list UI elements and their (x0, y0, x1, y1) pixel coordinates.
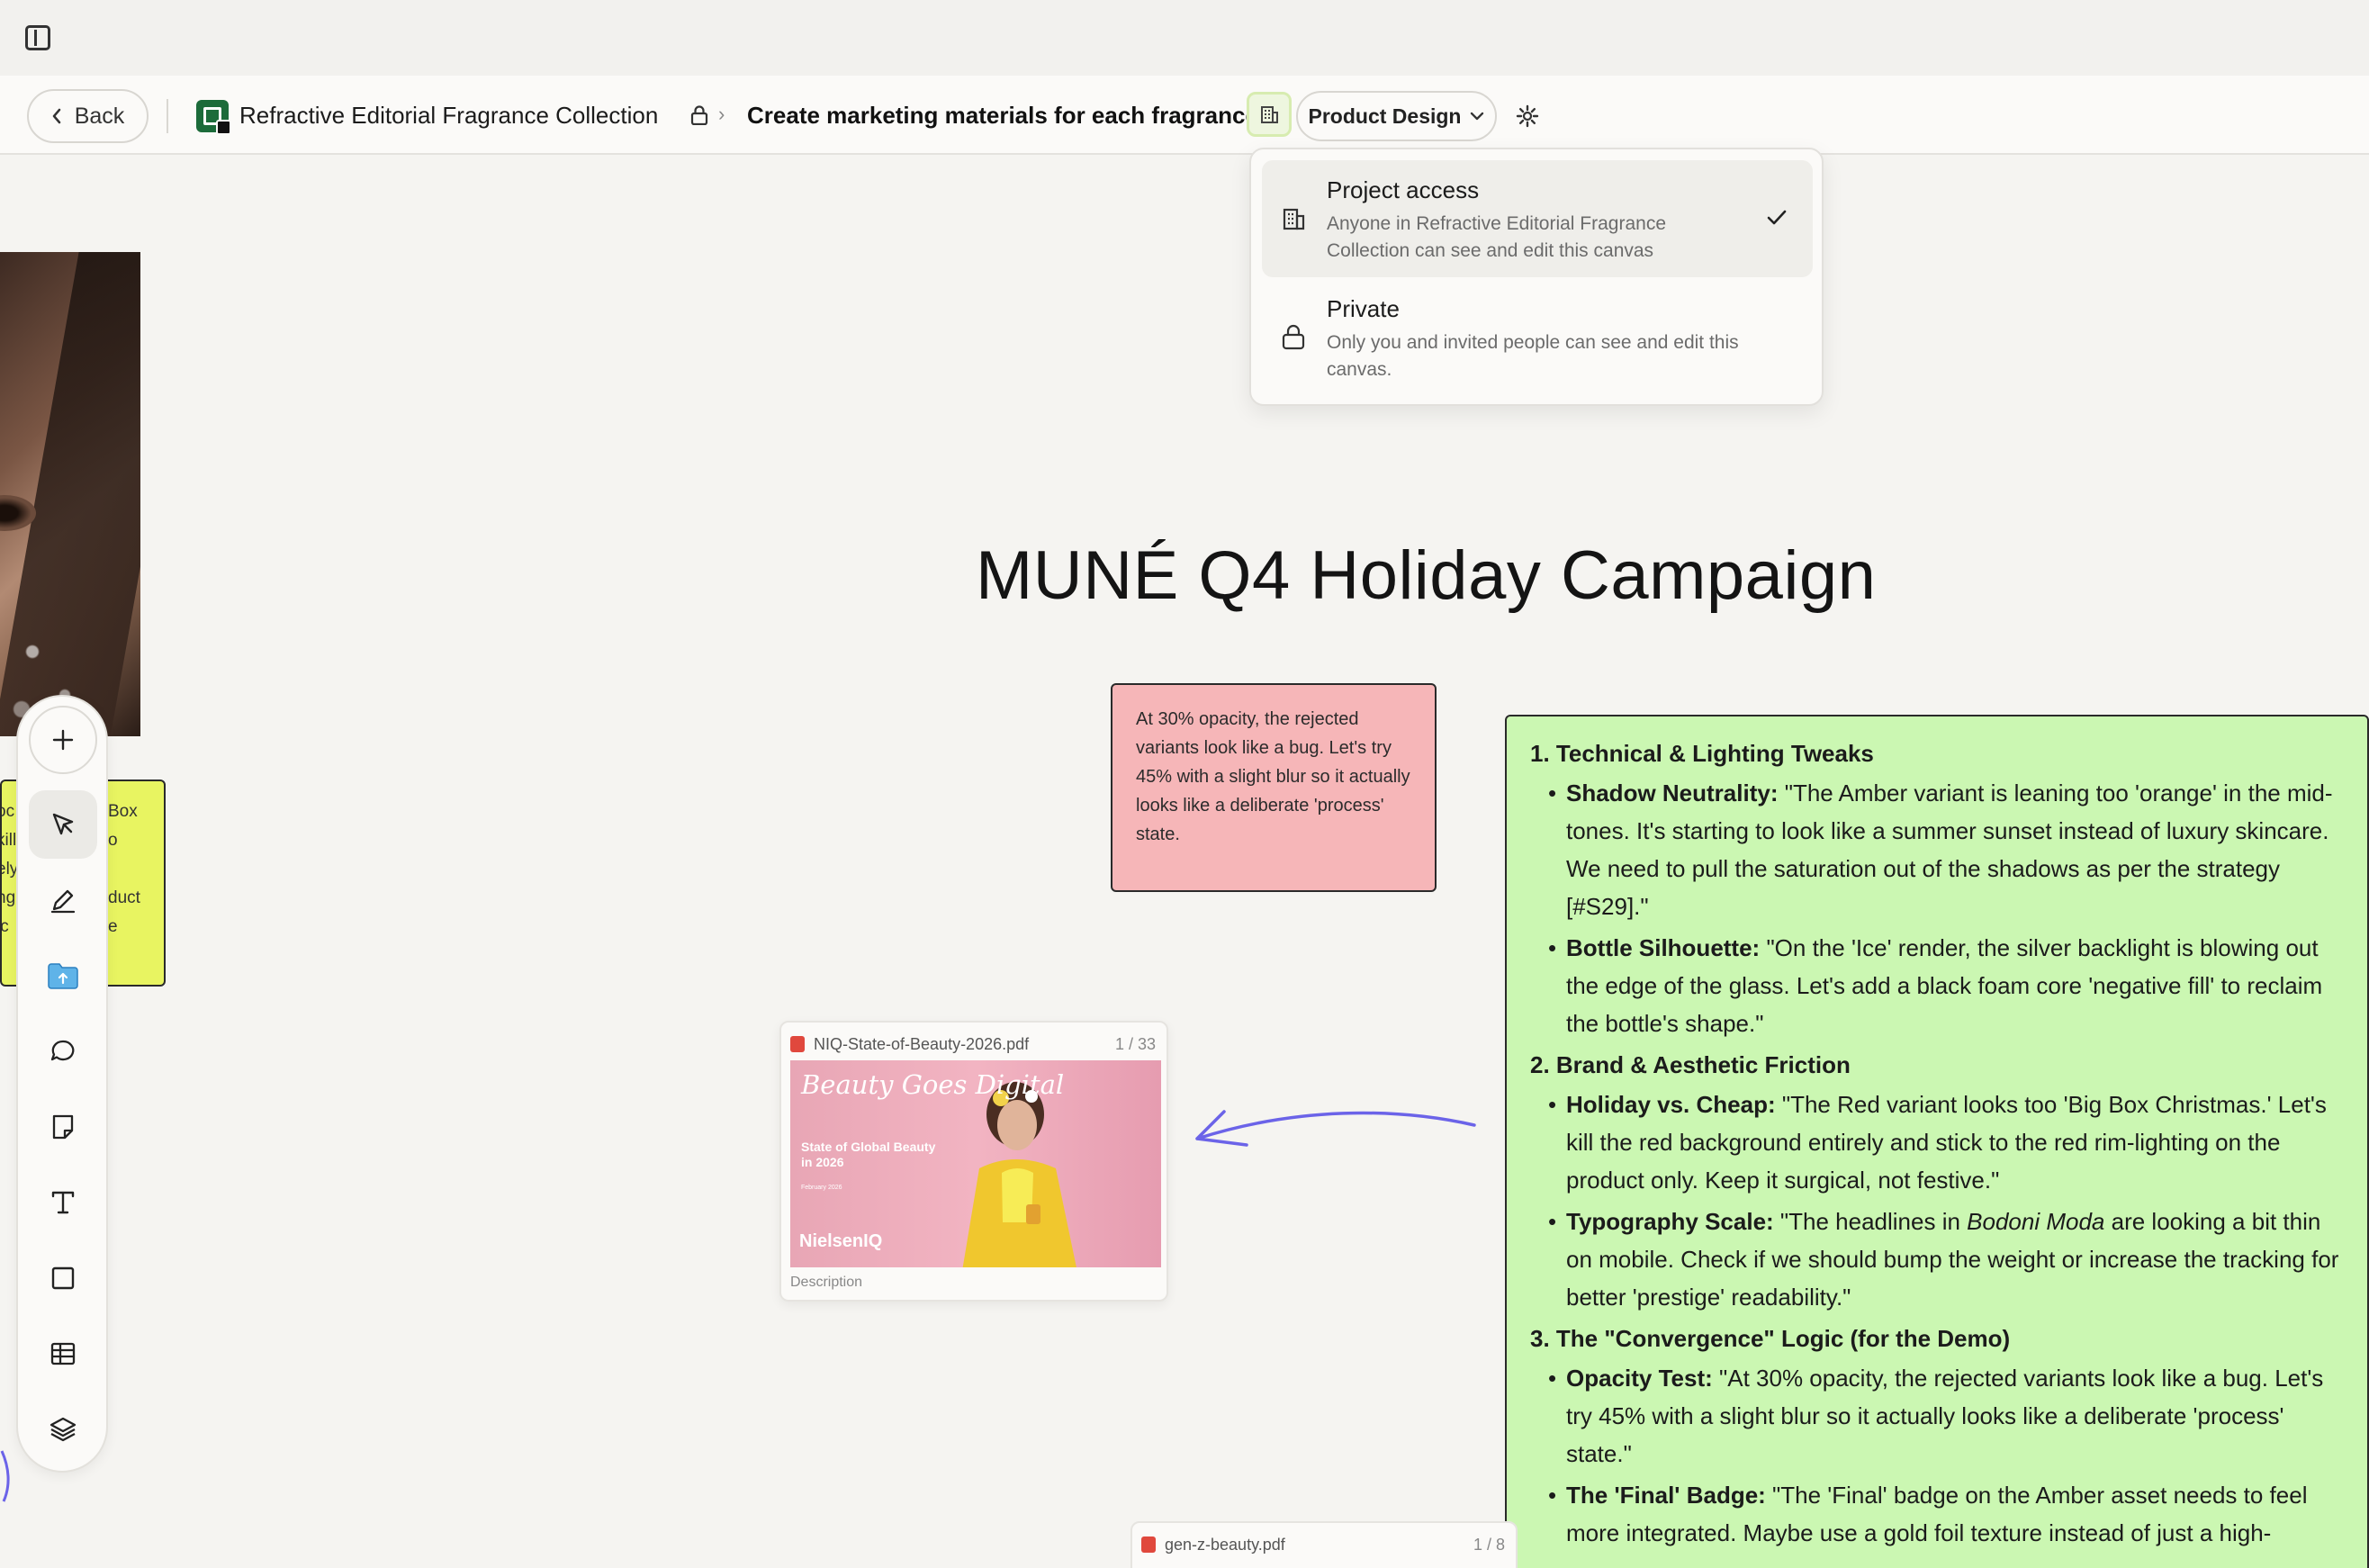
pdf-icon (1141, 1536, 1156, 1553)
pen-stroke[interactable] (0, 1449, 18, 1503)
pen-tool[interactable] (29, 866, 97, 934)
breadcrumb-chevron-icon: › (718, 103, 725, 125)
layers-tool[interactable] (29, 1395, 97, 1464)
project-icon (196, 100, 231, 135)
table-icon (50, 1342, 76, 1365)
comment-icon (50, 1040, 75, 1061)
pdf-filename: NIQ-State-of-Beauty-2026.pdf (814, 1034, 1030, 1053)
sidebar-toggle-icon[interactable] (25, 25, 50, 50)
building-icon (1261, 106, 1278, 123)
chevron-down-icon (1471, 112, 1484, 121)
section-heading: 1. Technical & Lighting Tweaks (1530, 740, 1874, 767)
add-icon (52, 729, 74, 751)
note-icon (52, 1114, 74, 1140)
pdf-header: gen-z-beauty.pdf 1 / 8 (1141, 1532, 1505, 1557)
access-option-private[interactable]: Private Only you and invited people can … (1262, 279, 1813, 392)
team-label: Product Design (1308, 104, 1462, 128)
back-button[interactable]: Back (27, 89, 149, 143)
cover-brand: NielsenIQ (799, 1231, 883, 1251)
pdf-page-count: 1 / 8 (1473, 1535, 1505, 1554)
note-tool[interactable] (29, 1093, 97, 1161)
pdf-description[interactable]: Description (790, 1275, 862, 1291)
canvas-name[interactable]: Create marketing materials for each frag… (747, 102, 1258, 130)
option-title: Private (1327, 295, 1400, 322)
feedback-notes-card[interactable]: 1. Technical & Lighting Tweaks Shadow Ne… (1505, 715, 2369, 1568)
back-label: Back (74, 103, 125, 129)
canvas-title[interactable]: MUNÉ Q4 Holiday Campaign (976, 536, 1876, 615)
list-item: Holiday vs. Cheap: "The Red variant look… (1530, 1086, 2344, 1199)
pdf-cover-image: Beauty Goes Digital State of Global Beau… (790, 1060, 1161, 1267)
gear-icon[interactable] (1516, 104, 1539, 128)
chevron-left-icon (52, 108, 60, 124)
pdf-icon (790, 1036, 805, 1052)
sticky-note-pink[interactable]: At 30% opacity, the rejected variants lo… (1111, 683, 1437, 892)
layers-icon (50, 1417, 77, 1442)
list-item: The 'Final' Badge: "The 'Final' badge on… (1530, 1476, 2344, 1552)
lock-icon (690, 105, 708, 125)
table-tool[interactable] (29, 1320, 97, 1388)
check-icon (1767, 210, 1787, 225)
project-name[interactable]: Refractive Editorial Fragrance Collectio… (239, 102, 658, 130)
lock-icon (1282, 324, 1305, 350)
list-item: Typography Scale: "The headlines in Bodo… (1530, 1203, 2344, 1316)
pdf-card[interactable]: NIQ-State-of-Beauty-2026.pdf 1 / 33 Beau… (779, 1021, 1168, 1302)
list-item: Shadow Neutrality: "The Amber variant is… (1530, 774, 2344, 925)
pdf-card[interactable]: gen-z-beauty.pdf 1 / 8 (1130, 1521, 1518, 1568)
access-button[interactable] (1247, 92, 1292, 137)
text-icon (51, 1191, 75, 1214)
select-arrow-icon (52, 813, 74, 835)
team-dropdown[interactable]: Product Design (1296, 91, 1497, 141)
pdf-header: NIQ-State-of-Beauty-2026.pdf 1 / 33 (790, 1032, 1156, 1057)
tool-palette (16, 695, 108, 1473)
divider (167, 99, 168, 133)
cover-subtitle: State of Global Beauty in 2026 (801, 1140, 936, 1169)
building-icon (1283, 208, 1305, 230)
pen-icon (50, 889, 76, 914)
select-tool[interactable] (29, 790, 97, 859)
option-description: Anyone in Refractive Editorial Fragrance… (1327, 213, 1667, 261)
option-title: Project access (1327, 176, 1480, 203)
section-heading: 3. The "Convergence" Logic (for the Demo… (1530, 1325, 2011, 1352)
list-item: Bottle Silhouette: "On the 'Ice' render,… (1530, 929, 2344, 1042)
option-description: Only you and invited people can see and … (1327, 332, 1739, 380)
model-photo[interactable] (0, 252, 140, 736)
add-button[interactable] (29, 706, 97, 774)
list-item: Opacity Test: "At 30% opacity, the rejec… (1530, 1359, 2344, 1473)
section-heading: 2. Brand & Aesthetic Friction (1530, 1051, 1851, 1078)
upload-tool[interactable] (29, 942, 97, 1010)
cover-date: February 2026 (801, 1185, 842, 1191)
pen-arrow[interactable] (1170, 1098, 1485, 1179)
pdf-page-count: 1 / 33 (1114, 1034, 1156, 1053)
comment-tool[interactable] (29, 1017, 97, 1086)
pdf-filename: gen-z-beauty.pdf (1165, 1535, 1285, 1554)
sticky-fragment-right: Box o duct e (108, 802, 140, 936)
access-option-project[interactable]: Project access Anyone in Refractive Edit… (1262, 160, 1813, 277)
upload-folder-icon (48, 963, 78, 989)
text-tool[interactable] (29, 1168, 97, 1237)
access-menu: Project access Anyone in Refractive Edit… (1249, 148, 1824, 406)
shape-tool[interactable] (29, 1244, 97, 1312)
cover-title: Beauty Goes Digital (801, 1069, 1065, 1100)
top-strip (0, 0, 2369, 76)
shape-icon (51, 1266, 75, 1290)
